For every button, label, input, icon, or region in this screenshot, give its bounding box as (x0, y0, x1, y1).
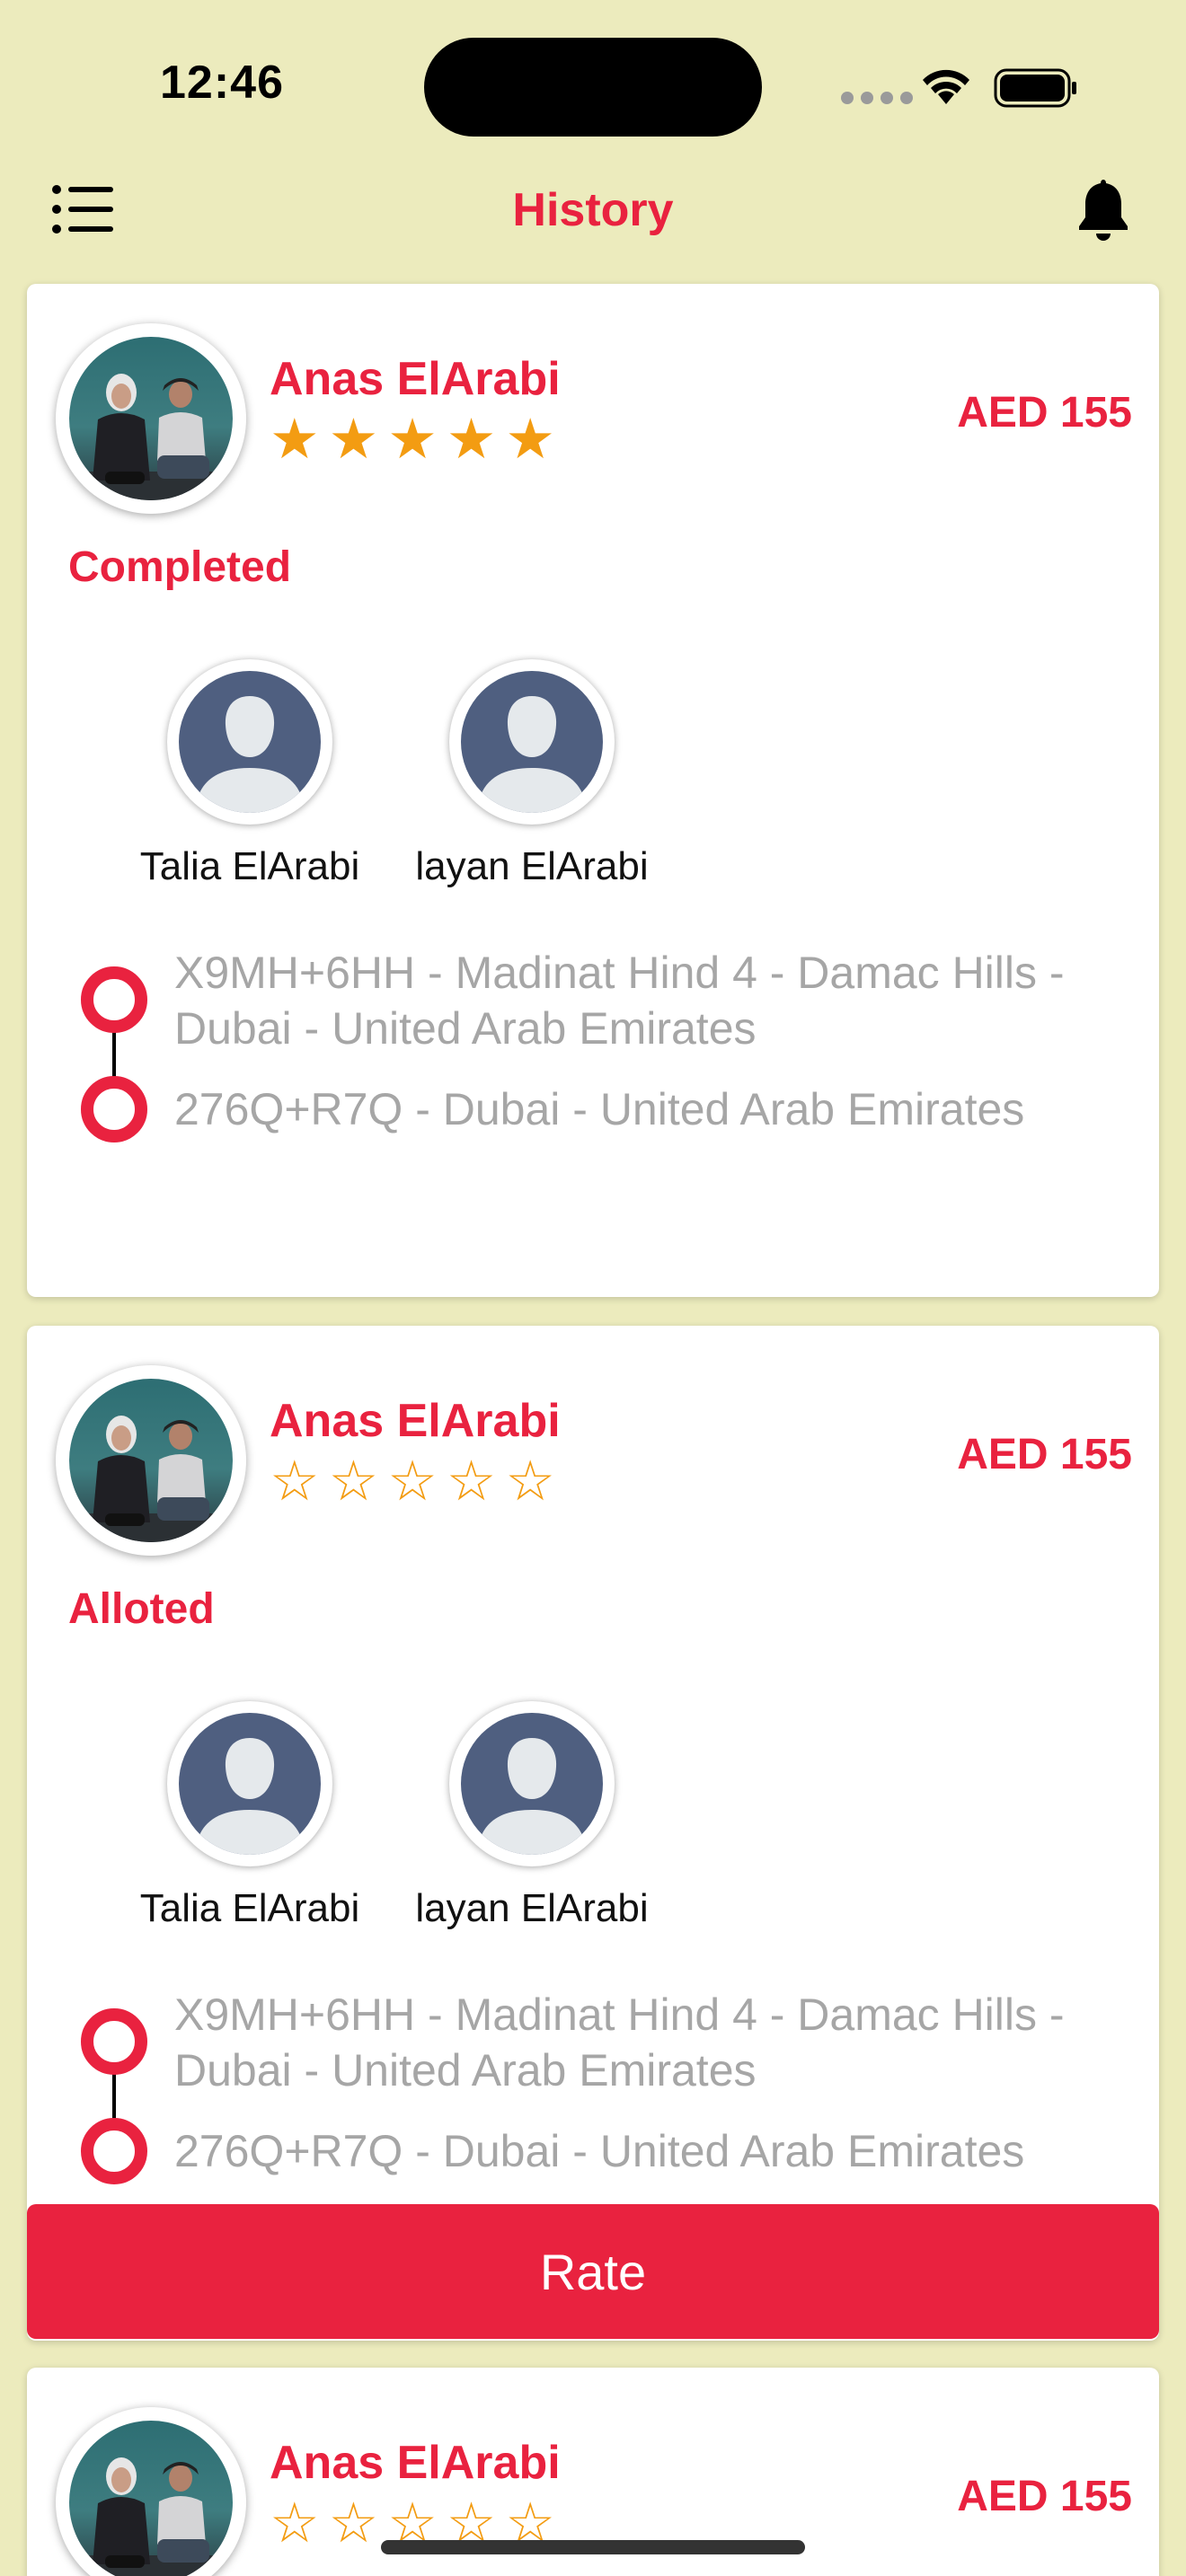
ride-status: Completed (68, 543, 292, 591)
rate-button[interactable]: Rate (27, 2204, 1159, 2339)
child-name: Talia ElArabi (139, 1886, 360, 1930)
ride-status: Alloted (68, 1585, 215, 1633)
star-outline-icon[interactable]: ☆ (270, 1451, 320, 1511)
star-outline-icon[interactable]: ☆ (447, 1451, 497, 1511)
driver-rating[interactable]: ☆ ☆ ☆ ☆ ☆ (270, 1451, 555, 1511)
dropoff-address: 276Q+R7Q - Dubai - United Arab Emirates (174, 1084, 1025, 1134)
child-name: layan ElArabi (415, 1886, 649, 1930)
pickup-address: X9MH+6HH - Madinat Hind 4 - Damac Hills … (174, 948, 1065, 1054)
star-filled-icon[interactable]: ★ (270, 410, 320, 469)
person-placeholder-icon (461, 1713, 603, 1855)
child-avatar (449, 1701, 615, 1866)
pickup-marker-icon (81, 966, 147, 1033)
person-placeholder-icon (179, 1713, 321, 1855)
driver-photo (69, 1379, 233, 1542)
child-avatar (167, 1701, 332, 1866)
driver-name: Anas ElArabi (270, 353, 561, 405)
status-time: 12:46 (160, 57, 284, 109)
person-placeholder-icon (179, 671, 321, 813)
ride-card[interactable]: Anas ElArabi ☆ ☆ ☆ ☆ ☆ AED 155 Alloted T… (27, 1326, 1159, 2341)
dynamic-island (424, 38, 762, 137)
pickup-address: X9MH+6HH - Madinat Hind 4 - Damac Hills … (174, 1989, 1065, 2095)
bell-icon[interactable] (1076, 176, 1130, 243)
driver-avatar (56, 2407, 246, 2576)
driver-name: Anas ElArabi (270, 2437, 561, 2489)
star-filled-icon[interactable]: ★ (447, 410, 497, 469)
ride-price: AED 155 (957, 1431, 1132, 1478)
star-outline-icon[interactable]: ☆ (329, 2493, 379, 2553)
home-indicator[interactable] (381, 2540, 805, 2554)
wifi-icon (923, 69, 969, 104)
star-outline-icon[interactable]: ☆ (387, 1451, 438, 1511)
ride-card[interactable]: Anas ElArabi ★ ★ ★ ★ ★ AED 155 Completed… (27, 284, 1159, 1297)
dropoff-marker-icon (81, 1076, 147, 1142)
ride-price: AED 155 (957, 389, 1132, 437)
child-avatar (167, 659, 332, 825)
page-title: History (512, 184, 674, 236)
driver-name: Anas ElArabi (270, 1395, 561, 1447)
driver-rating[interactable]: ★ ★ ★ ★ ★ (270, 410, 555, 469)
star-outline-icon[interactable]: ☆ (329, 1451, 379, 1511)
dropoff-marker-icon (81, 2118, 147, 2184)
child-item: Talia ElArabi (124, 1701, 376, 1931)
star-filled-icon[interactable]: ★ (505, 410, 555, 469)
child-item: layan ElArabi (406, 1701, 658, 1931)
pickup-marker-icon (81, 2008, 147, 2075)
child-item: layan ElArabi (406, 659, 658, 889)
child-avatar (449, 659, 615, 825)
driver-avatar (56, 1365, 246, 1556)
driver-photo (69, 2421, 233, 2576)
person-placeholder-icon (461, 671, 603, 813)
ride-price: AED 155 (957, 2473, 1132, 2520)
star-outline-icon[interactable]: ☆ (270, 2493, 320, 2553)
child-item: Talia ElArabi (124, 659, 376, 889)
star-filled-icon[interactable]: ★ (387, 410, 438, 469)
battery-icon (994, 68, 1076, 108)
star-filled-icon[interactable]: ★ (329, 410, 379, 469)
child-name: layan ElArabi (415, 844, 649, 888)
cellular-signal-icon (841, 92, 913, 104)
dropoff-address: 276Q+R7Q - Dubai - United Arab Emirates (174, 2126, 1025, 2176)
star-outline-icon[interactable]: ☆ (505, 1451, 555, 1511)
status-bar: 12:46 (0, 0, 1186, 162)
driver-avatar (56, 323, 246, 514)
child-name: Talia ElArabi (139, 844, 360, 888)
driver-photo (69, 337, 233, 500)
